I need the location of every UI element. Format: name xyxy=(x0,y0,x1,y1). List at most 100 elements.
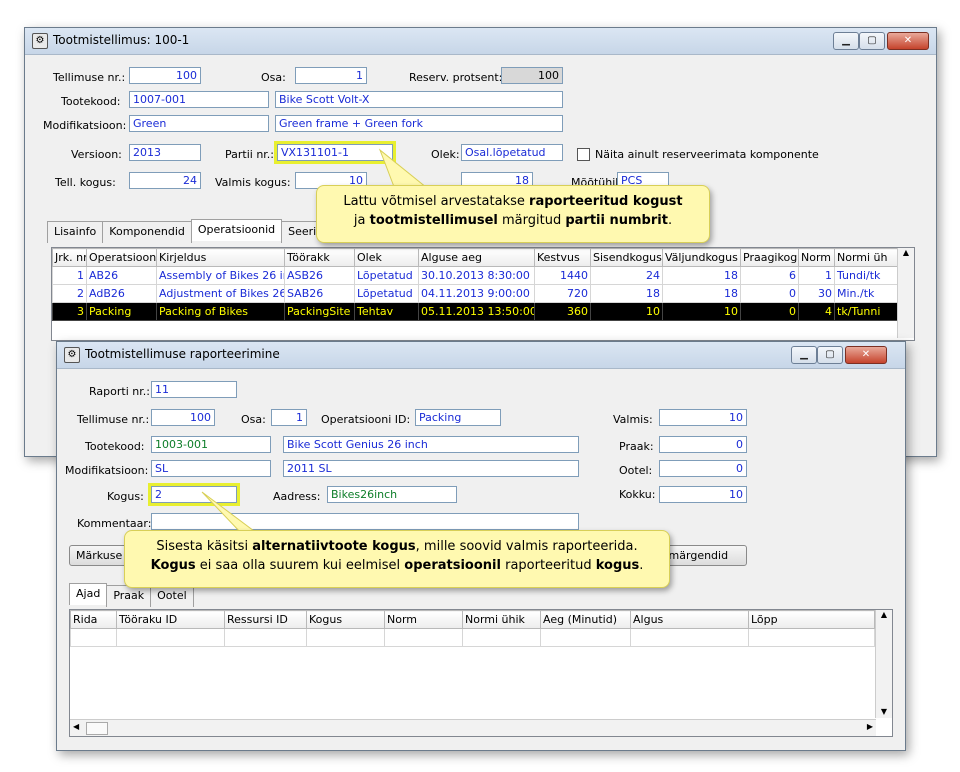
col-header[interactable]: Norm xyxy=(798,248,835,267)
scroll-down-icon[interactable]: ▼ xyxy=(876,707,892,716)
table-row-empty[interactable] xyxy=(70,628,875,647)
done-label: Valmis: xyxy=(613,413,653,426)
scroll-right-icon[interactable]: ▶ xyxy=(867,722,873,731)
product-code-field[interactable]: 1007-001 xyxy=(129,91,269,108)
address-label: Aadress: xyxy=(273,490,321,503)
modification-desc-field[interactable]: 2011 SL xyxy=(283,460,579,477)
times-horizontal-scrollbar[interactable]: ◀ ▶ xyxy=(70,719,876,736)
tab-operatsioonid[interactable]: Operatsioonid xyxy=(190,219,283,241)
tab-ootel[interactable]: Ootel xyxy=(150,585,194,607)
operations-vertical-scrollbar[interactable]: ▲ xyxy=(897,248,914,338)
app-gear-icon: ⚙ xyxy=(32,33,48,49)
order-nr-label: Tellimuse nr.: xyxy=(53,71,126,84)
col-header[interactable]: Kestvus xyxy=(534,248,591,267)
col-header[interactable]: Algus xyxy=(630,610,749,629)
close-button[interactable]: ✕ xyxy=(887,32,929,50)
version-field[interactable]: 2013 xyxy=(129,144,201,161)
waiting-label: Ootel: xyxy=(619,464,653,477)
callout-top-text-4: . xyxy=(667,213,673,228)
report-nr-label: Raporti nr.: xyxy=(89,385,150,398)
col-header[interactable]: Rida xyxy=(70,610,117,629)
comment-label: Kommentaar: xyxy=(77,517,152,530)
scroll-up-icon[interactable]: ▲ xyxy=(876,610,892,619)
table-row-selected[interactable]: 3 Packing Packing of Bikes PackingSite T… xyxy=(52,302,899,321)
operations-table: Jrk. nr Operatsiooni Kirjeldus Töörakk O… xyxy=(52,248,899,321)
col-header[interactable]: Kogus xyxy=(306,610,385,629)
col-header[interactable]: Väljundkogus xyxy=(662,248,741,267)
table-cell: Packing xyxy=(86,302,157,321)
order-nr-field[interactable]: 100 xyxy=(151,409,215,426)
product-name-field[interactable]: Bike Scott Genius 26 inch xyxy=(283,436,579,453)
qty-label: Kogus: xyxy=(107,490,144,503)
scroll-left-icon[interactable]: ◀ xyxy=(73,722,79,731)
report-nr-field[interactable]: 11 xyxy=(151,381,237,398)
close-button[interactable]: ✕ xyxy=(845,346,887,364)
table-cell: 4 xyxy=(798,302,835,321)
table-cell: SAB26 xyxy=(284,284,355,303)
col-header[interactable]: Olek xyxy=(354,248,419,267)
maximize-button[interactable]: ▢ xyxy=(817,346,843,364)
product-code-field[interactable]: 1003-001 xyxy=(151,436,271,453)
report-tabs: Ajad Praak Ootel xyxy=(69,583,194,607)
col-header[interactable]: Alguse aeg xyxy=(418,248,535,267)
address-field[interactable]: Bikes26inch xyxy=(327,486,457,503)
col-header[interactable]: Ressursi ID xyxy=(224,610,307,629)
col-header[interactable]: Sisendkogus xyxy=(590,248,663,267)
table-cell: AB26 xyxy=(86,266,157,285)
col-header[interactable]: Lõpp xyxy=(748,610,875,629)
scroll-up-icon[interactable]: ▲ xyxy=(898,248,914,257)
tab-komponendid[interactable]: Komponendid xyxy=(102,221,192,243)
maximize-button[interactable]: ▢ xyxy=(859,32,885,50)
callout-top-bold-3: partii numbrit xyxy=(565,213,668,228)
table-row[interactable]: 1 AB26 Assembly of Bikes 26 in ASB26 Lõp… xyxy=(52,266,899,285)
scrap-field[interactable]: 0 xyxy=(659,436,747,453)
modification-desc-field[interactable]: Green frame + Green fork xyxy=(275,115,563,132)
waiting-field[interactable]: 0 xyxy=(659,460,747,477)
report-title-bar[interactable]: ⚙ Tootmistellimuse raporteerimine ▁ ▢ ✕ xyxy=(57,342,905,369)
col-header[interactable]: Operatsiooni xyxy=(86,248,157,267)
col-header[interactable]: Normi üh xyxy=(834,248,899,267)
table-cell: 1440 xyxy=(534,266,591,285)
lot-nr-label: Partii nr.: xyxy=(225,148,275,161)
col-header[interactable]: Töörakk xyxy=(284,248,355,267)
osa-field[interactable]: 1 xyxy=(295,67,367,84)
order-nr-field[interactable]: 100 xyxy=(129,67,201,84)
table-cell: 3 xyxy=(52,302,87,321)
title-bar[interactable]: ⚙ Tootmistellimus: 100-1 ▁ ▢ ✕ xyxy=(25,28,936,55)
times-vertical-scrollbar[interactable]: ▲ ▼ xyxy=(875,610,892,718)
tab-lisainfo[interactable]: Lisainfo xyxy=(47,221,104,243)
report-window-title: Tootmistellimuse raporteerimine xyxy=(85,347,280,361)
col-header[interactable]: Praagikog xyxy=(740,248,799,267)
table-cell: 05.11.2013 13:50:00 xyxy=(418,302,535,321)
op-id-field[interactable]: Packing xyxy=(415,409,501,426)
callout-bottom-text-1: Sisesta käsitsi xyxy=(156,539,253,554)
table-row[interactable]: 2 AdB26 Adjustment of Bikes 26 SAB26 Lõp… xyxy=(52,284,899,303)
done-field[interactable]: 10 xyxy=(659,409,747,426)
col-header[interactable]: Jrk. nr xyxy=(52,248,87,267)
table-cell: Packing of Bikes xyxy=(156,302,285,321)
minimize-button[interactable]: ▁ xyxy=(791,346,817,364)
modification-field[interactable]: SL xyxy=(151,460,271,477)
osa-field[interactable]: 1 xyxy=(271,409,307,426)
scroll-thumb[interactable] xyxy=(86,722,108,735)
col-header[interactable]: Aeg (Minutid) xyxy=(540,610,631,629)
product-name-field[interactable]: Bike Scott Volt-X xyxy=(275,91,563,108)
minimize-button[interactable]: ▁ xyxy=(833,32,859,50)
table-cell: 18 xyxy=(662,266,741,285)
tab-praak[interactable]: Praak xyxy=(106,585,152,607)
col-header[interactable]: Kirjeldus xyxy=(156,248,285,267)
col-header[interactable]: Normi ühik xyxy=(462,610,541,629)
modification-field[interactable]: Green xyxy=(129,115,269,132)
show-unreserved-checkbox[interactable] xyxy=(577,148,590,161)
callout-top-text-2: ja xyxy=(353,213,370,228)
tab-ajad[interactable]: Ajad xyxy=(69,583,108,605)
table-cell: Lõpetatud xyxy=(354,284,419,303)
table-cell: 18 xyxy=(590,284,663,303)
col-header[interactable]: Norm xyxy=(384,610,463,629)
notes-button[interactable]: Märkuse xyxy=(69,545,131,566)
status-field[interactable]: Osal.lõpetatud xyxy=(461,144,563,161)
order-qty-field[interactable]: 24 xyxy=(129,172,201,189)
total-field[interactable]: 10 xyxy=(659,486,747,503)
callout-bottom-text-3: ei saa olla suurem kui eelmisel xyxy=(195,558,405,573)
col-header[interactable]: Tööraku ID xyxy=(116,610,225,629)
